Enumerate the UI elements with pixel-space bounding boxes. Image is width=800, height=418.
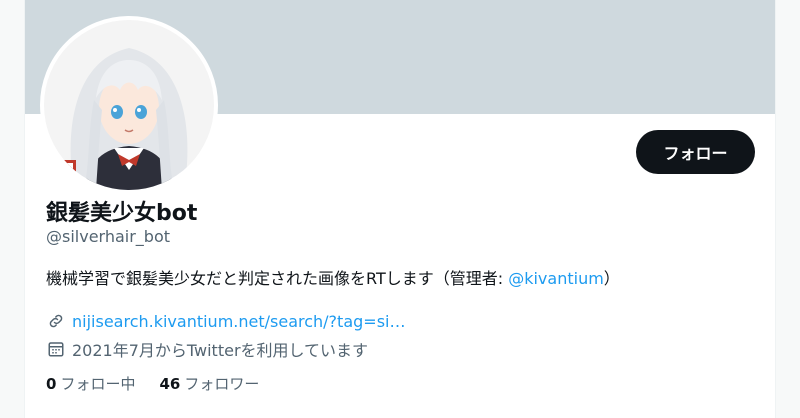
- avatar-illustration: [44, 20, 214, 190]
- right-gutter: [775, 0, 800, 418]
- website-link[interactable]: nijisearch.kivantium.net/search/?tag=si…: [72, 312, 405, 331]
- followers-label: フォロワー: [184, 375, 260, 393]
- profile-bio: 機械学習で銀髪美少女だと判定された画像をRTします（管理者: @kivantiu…: [46, 265, 620, 289]
- calendar-icon: [46, 339, 66, 359]
- following-count: 0: [46, 375, 57, 393]
- display-name: 銀髪美少女bot: [46, 201, 198, 226]
- profile-stats: 0 フォロー中 46 フォロワー: [46, 373, 283, 394]
- user-handle: @silverhair_bot: [46, 227, 171, 246]
- profile-website: nijisearch.kivantium.net/search/?tag=si…: [46, 311, 405, 331]
- following-label: フォロー中: [60, 375, 136, 393]
- follow-button[interactable]: フォロー: [636, 130, 755, 174]
- bio-text: 機械学習で銀髪美少女だと判定された画像をRTします（管理者:: [46, 269, 509, 288]
- join-date-text: 2021年7月からTwitterを利用しています: [72, 341, 369, 360]
- link-icon: [46, 311, 66, 331]
- followers-count: 46: [159, 375, 181, 393]
- profile-join-date: 2021年7月からTwitterを利用しています: [46, 337, 368, 361]
- bio-suffix: ）: [603, 269, 620, 288]
- followers-stat[interactable]: 46 フォロワー: [159, 373, 259, 394]
- following-stat[interactable]: 0 フォロー中: [46, 373, 135, 394]
- left-gutter: [0, 0, 25, 418]
- bio-mention-link[interactable]: @kivantium: [508, 269, 604, 288]
- profile-avatar[interactable]: [40, 16, 218, 194]
